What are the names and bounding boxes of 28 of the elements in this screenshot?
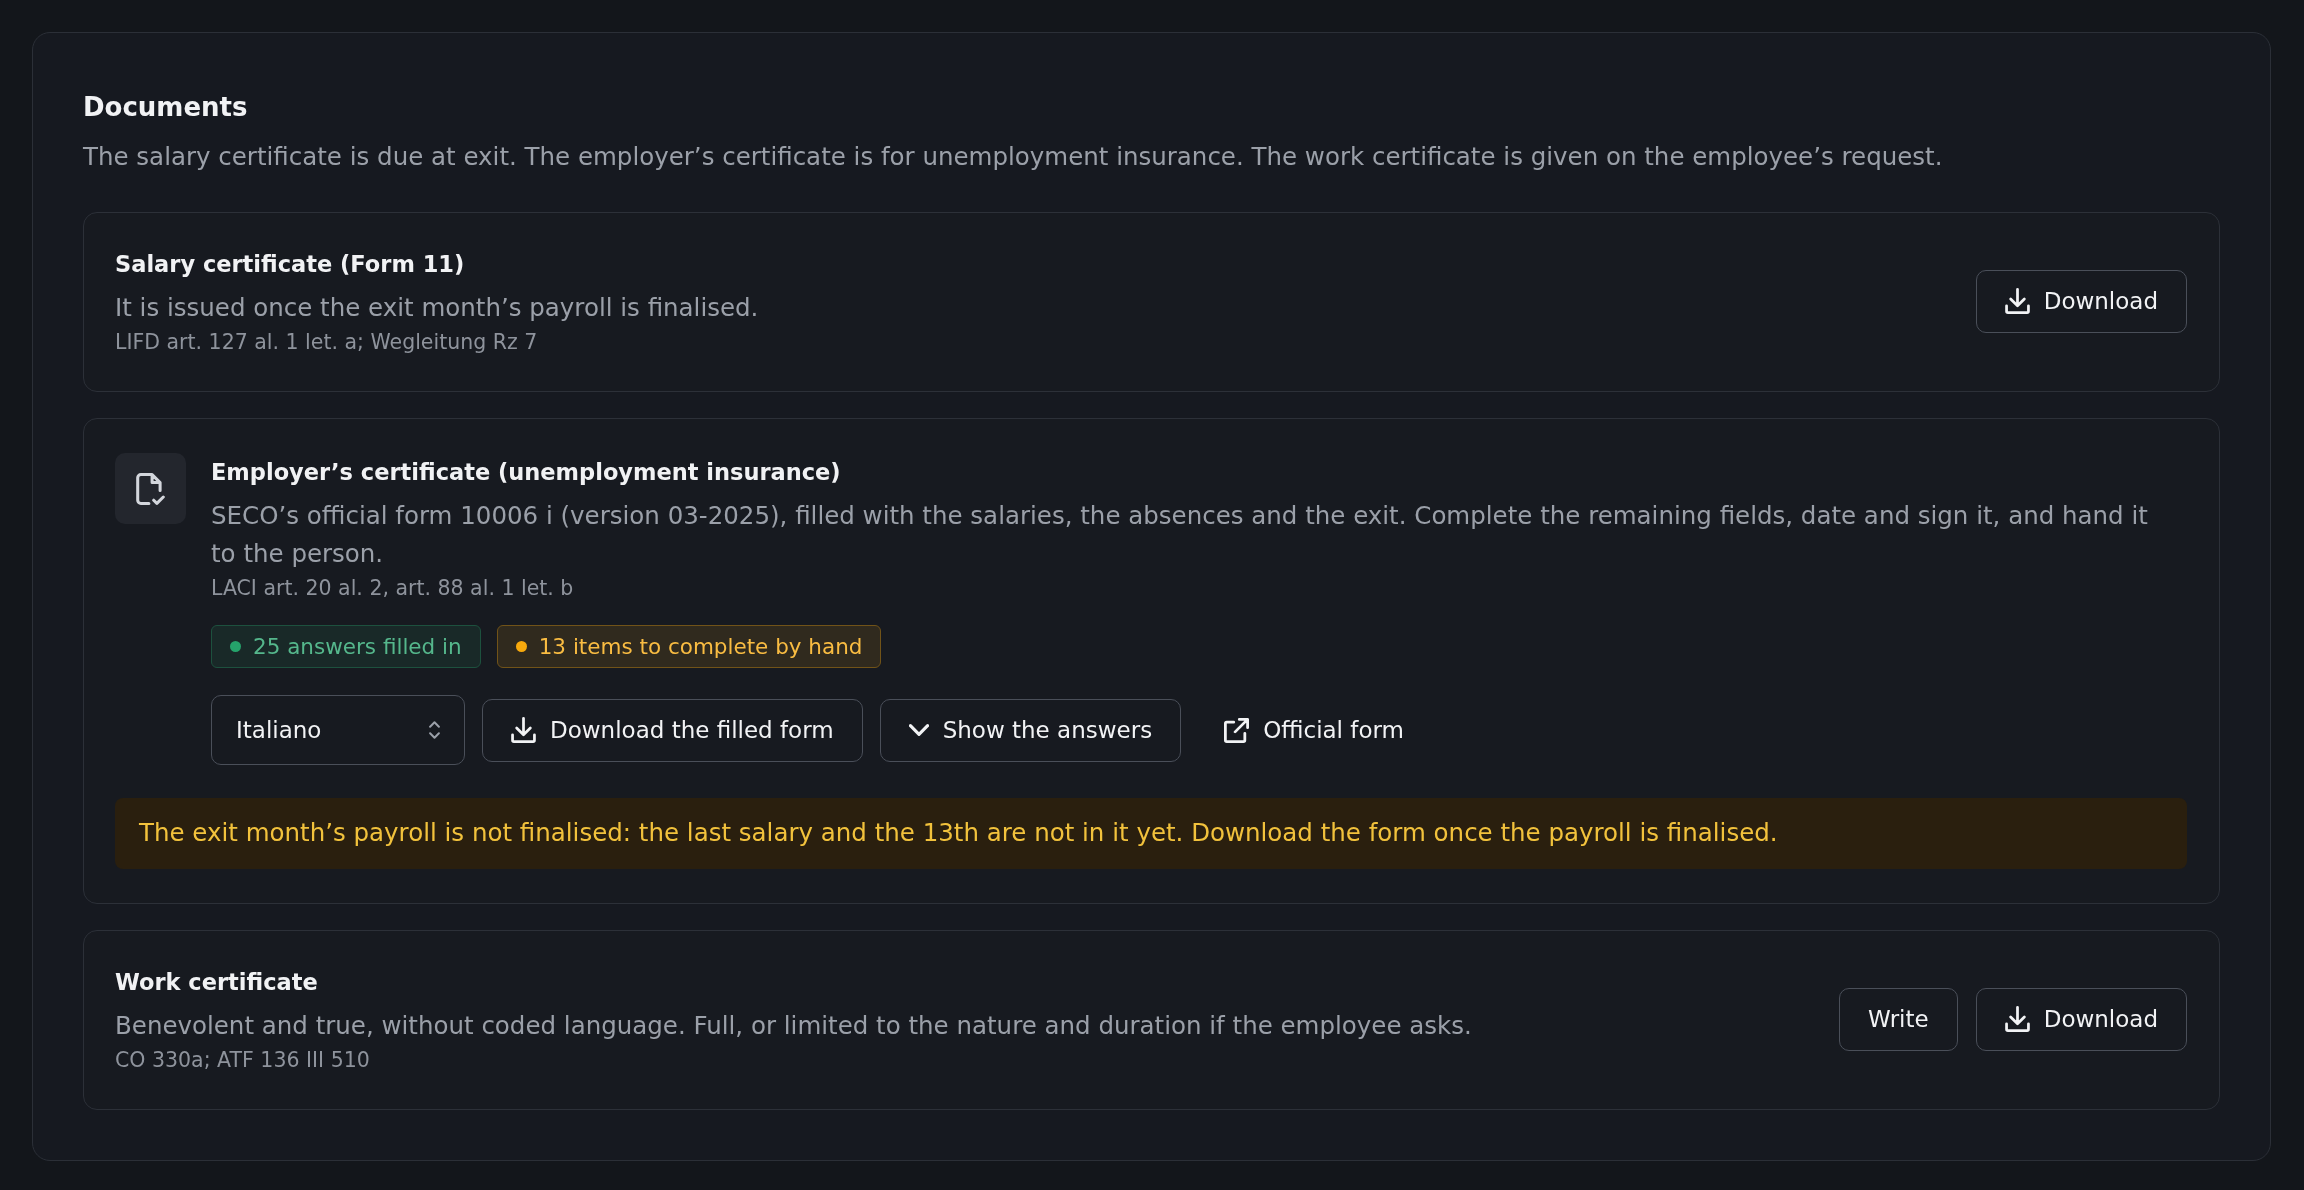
download-icon	[2004, 288, 2030, 314]
document-description: It is issued once the exit month’s payroll is finalised.	[115, 292, 759, 324]
document-check-icon	[115, 453, 186, 524]
download-button[interactable]: Download	[1975, 987, 2187, 1051]
write-button[interactable]: Write	[1838, 987, 1958, 1051]
download-icon	[511, 717, 536, 743]
show-answers-button[interactable]: Show the answers	[879, 698, 1182, 762]
document-title: Salary certificate (Form 11)	[115, 250, 466, 279]
download-button[interactable]: Download	[1975, 269, 2187, 333]
legal-reference: LIFD art. 127 al. 1 let. a; Wegleitung Rz 7	[115, 329, 539, 356]
section-title: Documents	[83, 91, 249, 124]
official-form-link[interactable]: Official form	[1198, 698, 1430, 762]
document-title: Employer’s certificate (unemployment insurance)	[211, 458, 842, 487]
download-icon	[2004, 1006, 2030, 1032]
badge-text: 13 items to complete by hand	[538, 634, 863, 659]
document-title: Work certificate	[115, 968, 319, 997]
legal-reference: CO 330a; ATF 136 III 510	[115, 1047, 371, 1074]
badge-text: 25 answers filled in	[253, 634, 462, 659]
external-link-icon	[1224, 717, 1250, 743]
download-button[interactable]: Download the filled form	[482, 698, 863, 762]
language-select[interactable]: Italiano	[211, 695, 465, 765]
document-description: SECO’s official form 10006 i (version 03-2025), filled with the salaries, the absences and the exit. Complete the remaining fields, date and sign it, and hand it to the person.	[211, 500, 2149, 570]
chevron-down-icon	[908, 724, 929, 736]
document-description: Benevolent and true, without coded language. Full, or limited to the nature and duration if the employee asks.	[115, 1010, 1472, 1042]
warning-banner: The exit month’s payroll is not finalised: the last salary and the 13th are not in it yet. Download the form once the payroll is finalised.	[115, 798, 2187, 869]
legal-reference: LACI art. 20 al. 2, art. 88 al. 1 let. b	[211, 575, 575, 602]
up-down-chevron-icon	[429, 721, 440, 739]
section-description: The salary certificate is due at exit. The employer’s certificate is for unemployment insurance. The work certificate is given on the employee’s request.	[83, 141, 1944, 173]
